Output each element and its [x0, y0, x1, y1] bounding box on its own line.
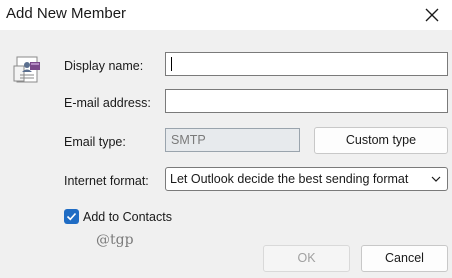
add-to-contacts-checkbox[interactable]	[64, 209, 79, 224]
internet-format-value: Let Outlook decide the best sending form…	[170, 172, 409, 186]
watermark: @tgp	[96, 232, 134, 248]
ok-button[interactable]: OK	[263, 245, 350, 272]
close-button[interactable]	[422, 5, 442, 25]
text-caret	[171, 57, 172, 71]
internet-format-label: Internet format:	[64, 174, 149, 188]
internet-format-select[interactable]: Let Outlook decide the best sending form…	[165, 167, 448, 191]
title-bar: Add New Member	[0, 0, 452, 30]
chevron-down-icon	[431, 176, 441, 182]
checkmark-icon	[66, 212, 77, 221]
close-icon	[425, 8, 439, 22]
email-type-field: SMTP	[165, 128, 300, 152]
add-to-contacts-label[interactable]: Add to Contacts	[83, 210, 172, 224]
email-type-label: Email type:	[64, 135, 126, 149]
email-address-label: E-mail address:	[64, 96, 151, 110]
custom-type-button[interactable]: Custom type	[314, 127, 448, 154]
display-name-label: Display name:	[64, 59, 144, 73]
add-new-member-dialog: Add New Member Display name: E-mail addr…	[0, 0, 452, 278]
email-address-input[interactable]	[166, 90, 447, 112]
email-type-value: SMTP	[171, 133, 206, 147]
email-address-field[interactable]	[165, 89, 448, 113]
cancel-button[interactable]: Cancel	[361, 245, 448, 272]
dialog-title: Add New Member	[6, 5, 127, 22]
display-name-input[interactable]	[166, 53, 447, 75]
contact-card-icon	[13, 56, 40, 83]
display-name-field[interactable]	[165, 52, 448, 76]
